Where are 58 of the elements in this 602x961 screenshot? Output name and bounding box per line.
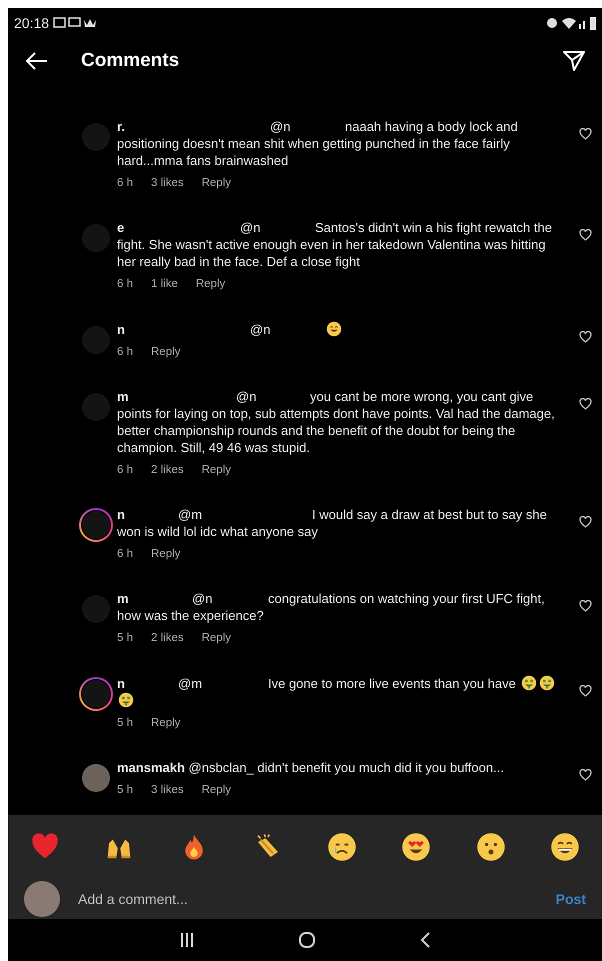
comment-input-field[interactable]: Add a comment...	[78, 888, 556, 910]
heart-icon[interactable]	[579, 330, 592, 342]
send-icon[interactable]	[562, 50, 586, 72]
comment-time: 6 h	[117, 176, 133, 191]
money-face-icon	[520, 674, 536, 690]
comment-text: n @n	[117, 320, 557, 338]
like-count[interactable]: 1 like	[151, 276, 178, 294]
comment-time: 5 h	[117, 631, 133, 646]
crying-face-icon[interactable]	[327, 832, 358, 862]
comment-composer[interactable]: Add a comment... Post	[8, 879, 602, 919]
home-icon[interactable]	[298, 931, 316, 949]
status-time: 20:18	[14, 14, 50, 32]
smiling-face-icon	[326, 320, 342, 336]
money-face-icon	[118, 692, 134, 708]
heart-icon[interactable]	[579, 684, 592, 696]
page-title: Comments	[81, 48, 180, 73]
reply-button[interactable]: Reply	[151, 546, 180, 564]
like-count[interactable]: 2 likes	[151, 630, 184, 648]
comment-time: 6 h	[117, 277, 133, 292]
heart-icon[interactable]	[579, 768, 592, 781]
money-face-icon	[538, 674, 554, 690]
heart-eyes-face-icon[interactable]	[401, 832, 432, 862]
heart-icon[interactable]	[579, 516, 592, 528]
grinning-face-icon[interactable]	[550, 832, 580, 862]
reply-button[interactable]: Reply	[202, 462, 232, 479]
recent-apps-icon[interactable]	[179, 931, 196, 949]
comment-text: m @n congratulations on watching your first UFC fight, how was the experience?	[117, 590, 546, 624]
heart-icon[interactable]	[579, 229, 592, 242]
back-arrow-icon[interactable]	[24, 51, 48, 71]
comment-text: n @m Ive gone to more live events than you have	[117, 674, 557, 708]
heart-icon[interactable]	[579, 128, 592, 140]
reply-button[interactable]: Reply	[196, 276, 226, 294]
heart-icon[interactable]	[579, 600, 592, 612]
like-count[interactable]: 3 likes	[151, 175, 184, 192]
comment-time: 6 h	[117, 547, 133, 562]
comment-time: 6 h	[117, 462, 133, 478]
reply-button[interactable]: Reply	[151, 344, 180, 361]
comment-time: 6 h	[117, 344, 133, 360]
back-icon[interactable]	[418, 931, 431, 949]
comment-text: e @n Santos's didn't win a his fight rewatch the fight. She wasn't active enough even in her takedown Valentina was hitting her really bad in the face. Def a close fight	[117, 219, 553, 270]
notification-icons	[53, 17, 98, 29]
reply-button[interactable]: Reply	[151, 714, 180, 732]
system-status-icons	[546, 16, 596, 30]
comment-text: r. @n naaah having a body lock and positioning doesn't mean shit when getting punched in the face fairly hard...mma fans brainwashed	[117, 118, 519, 169]
comment-time: 5 h	[117, 782, 133, 798]
reply-button[interactable]: Reply	[202, 175, 232, 192]
comment-text: mansmakh @nsbclan_ didn't benefit you much did it you buffoon...	[117, 758, 505, 776]
heart-icon[interactable]	[579, 398, 592, 410]
reply-button[interactable]: Reply	[202, 630, 232, 648]
comment-text: m @n you cant be more wrong, you cant give points for laying on top, sub attempts dont have points. Val had the damage, better championship rounds and the benefit of the doubt for being the champion. Still, 49 46 was stupid.	[117, 388, 556, 456]
like-count[interactable]: 2 likes	[151, 462, 184, 479]
post-button[interactable]: Post	[556, 888, 586, 910]
surprised-face-icon[interactable]	[476, 832, 506, 862]
reply-button[interactable]: Reply	[202, 782, 232, 799]
comment-time: 5 h	[117, 716, 133, 730]
like-count[interactable]: 3 likes	[151, 782, 184, 799]
comment-text: n @m I would say a draw at best but to say she won is wild lol idc what anyone say	[117, 506, 548, 540]
profile-photo-placeholder	[24, 881, 60, 917]
